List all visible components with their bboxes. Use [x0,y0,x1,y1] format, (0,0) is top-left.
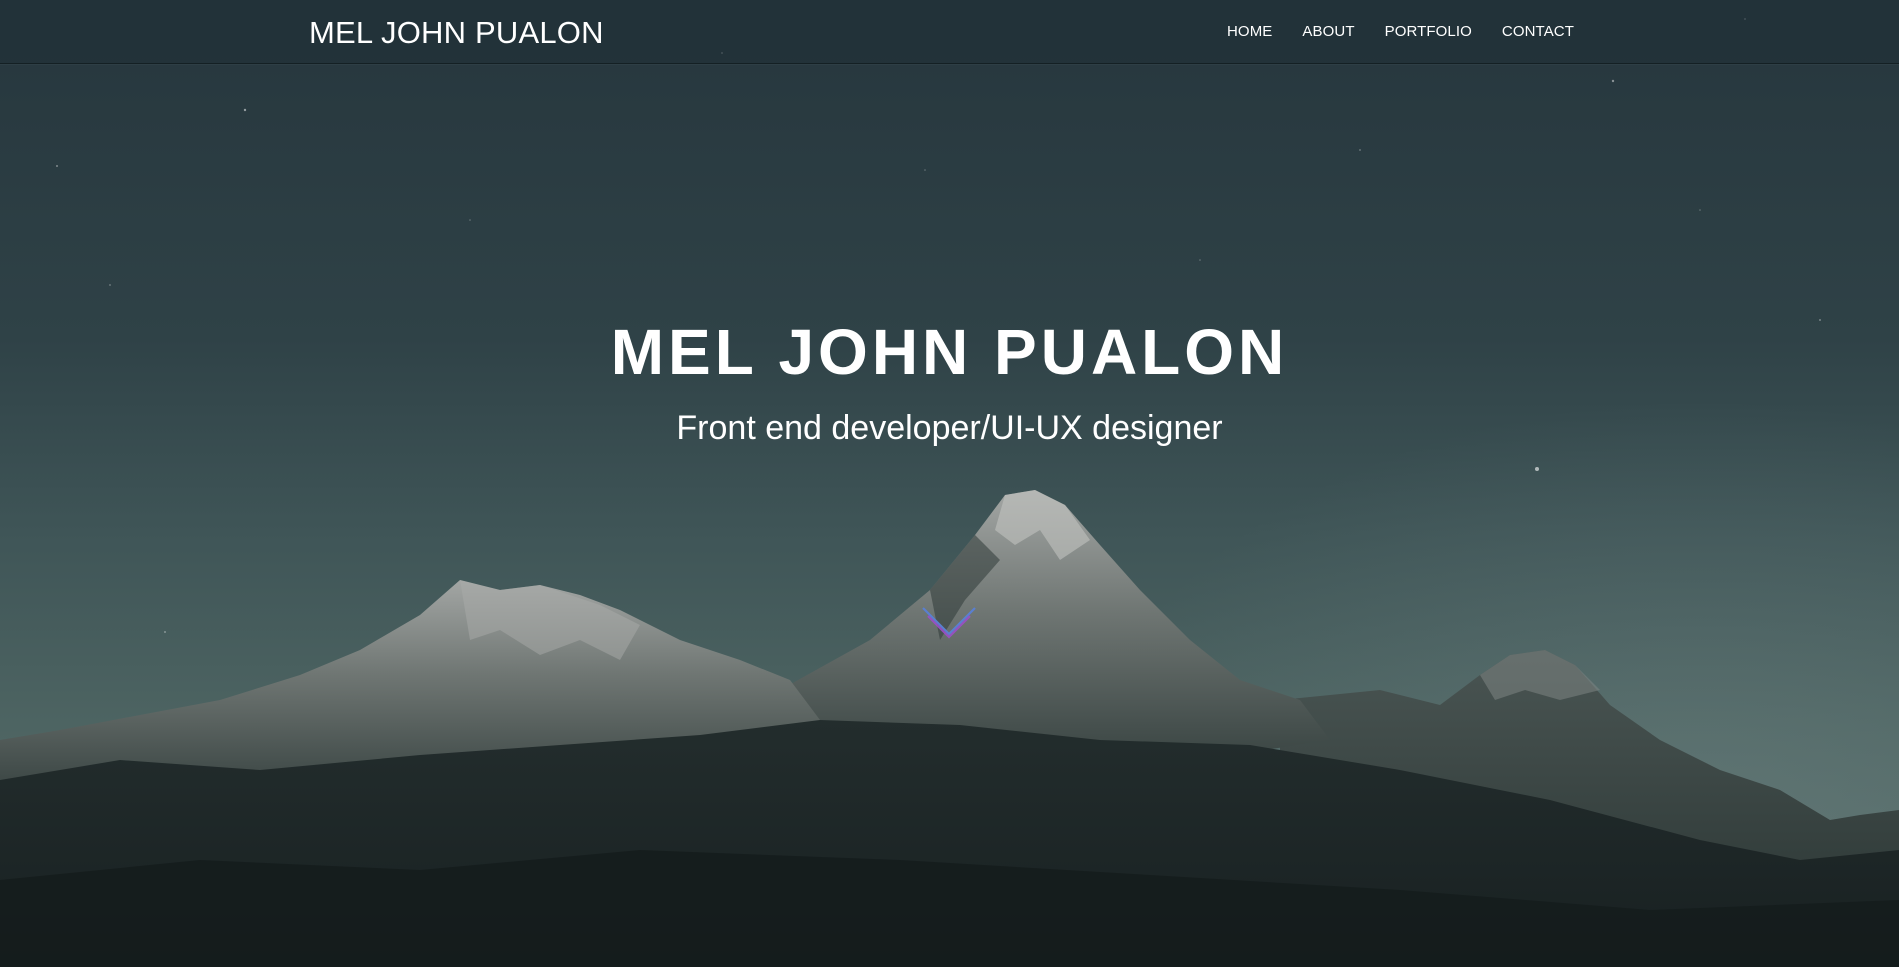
nav-link-contact[interactable]: CONTACT [1502,23,1574,40]
nav-link-home[interactable]: HOME [1227,23,1272,40]
nav-link-about[interactable]: ABOUT [1302,23,1354,40]
chevron-down-icon [922,607,976,639]
brand-logo-link[interactable]: MEL JOHN PUALON [309,13,604,53]
scroll-down-button[interactable] [920,602,978,648]
nav-menu: HOME ABOUT PORTFOLIO CONTACT [1227,20,1574,44]
hero-subtitle: Front end developer/UI-UX designer [676,409,1223,447]
top-navbar: MEL JOHN PUALON HOME ABOUT PORTFOLIO CON… [0,0,1899,64]
nav-item-about: ABOUT [1302,20,1354,44]
nav-item-contact: CONTACT [1502,20,1574,44]
nav-item-portfolio: PORTFOLIO [1385,20,1472,44]
hero-title: MEL JOHN PUALON [610,316,1289,388]
nav-item-home: HOME [1227,20,1272,44]
nav-link-portfolio[interactable]: PORTFOLIO [1385,23,1472,40]
landing-page: MEL JOHN PUALON HOME ABOUT PORTFOLIO CON… [0,0,1899,967]
mountain-range-illustration [0,490,1899,967]
